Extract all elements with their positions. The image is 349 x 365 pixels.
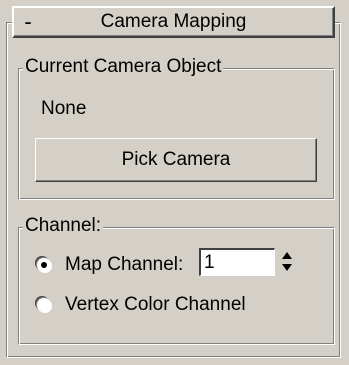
current-camera-group-label: Current Camera Object xyxy=(23,56,224,78)
vertex-color-channel-option[interactable]: Vertex Color Channel xyxy=(37,292,246,318)
arrow-up-icon[interactable] xyxy=(282,252,292,259)
current-camera-value: None xyxy=(41,98,87,119)
vertex-color-channel-label: Vertex Color Channel xyxy=(65,294,246,315)
pick-camera-button[interactable]: Pick Camera xyxy=(35,138,317,182)
camera-mapping-panel: - Camera Mapping Current Camera Object N… xyxy=(0,0,349,365)
map-channel-input[interactable] xyxy=(199,248,275,276)
map-channel-label: Map Channel: xyxy=(65,254,184,275)
map-channel-radio[interactable] xyxy=(37,258,51,272)
channel-group-label: Channel: xyxy=(23,215,104,237)
vertex-color-channel-radio[interactable] xyxy=(37,298,51,312)
rollout-title: Camera Mapping xyxy=(100,11,247,32)
rollout-header[interactable]: - Camera Mapping xyxy=(12,6,335,38)
map-channel-spinner[interactable] xyxy=(199,248,300,276)
current-camera-group: Current Camera Object None Pick Camera xyxy=(18,56,335,200)
spinner-arrows[interactable] xyxy=(279,250,295,274)
map-channel-option[interactable]: Map Channel: xyxy=(37,252,183,278)
arrow-down-icon[interactable] xyxy=(282,264,292,271)
channel-group: Channel: Map Channel: Vertex Color Chann… xyxy=(18,215,335,345)
